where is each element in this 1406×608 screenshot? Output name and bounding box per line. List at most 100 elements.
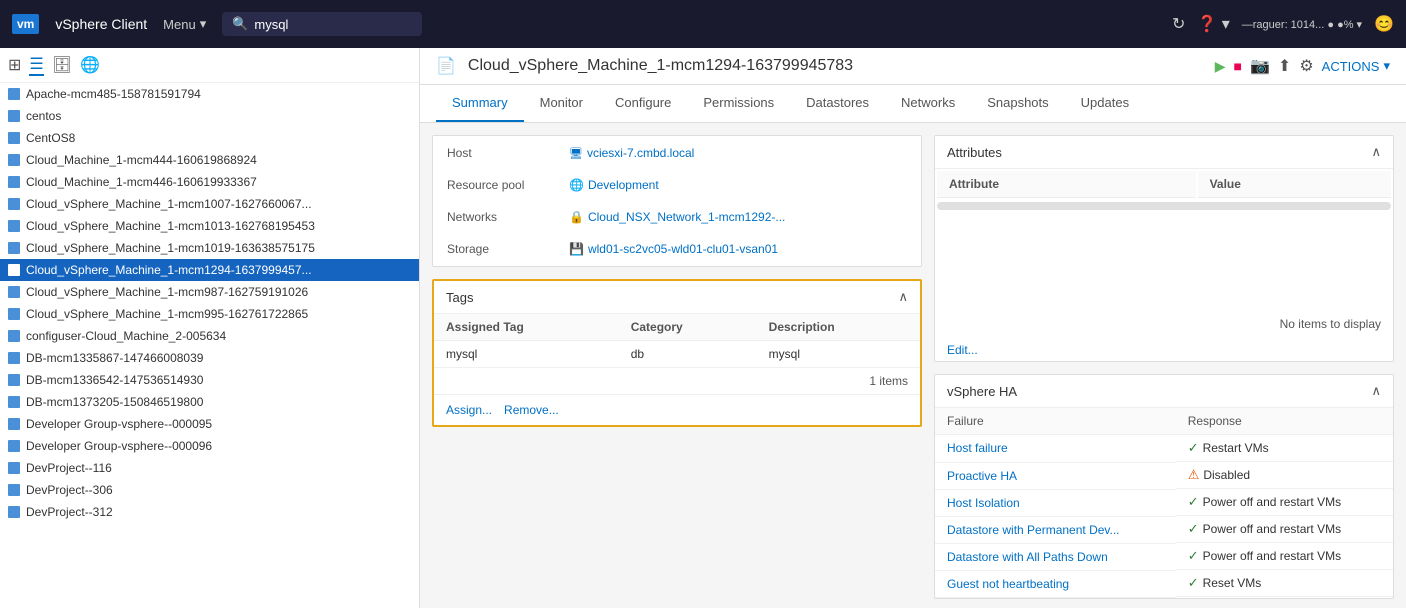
sidebar-icon-db[interactable]: 🗄 xyxy=(52,55,72,75)
attributes-table: Attribute Value xyxy=(935,169,1393,200)
sidebar-item-cloud-vsphere-1019[interactable]: Cloud_vSphere_Machine_1-mcm1019-16363857… xyxy=(0,237,419,259)
ha-row: Host Isolation ✓Power off and restart VM… xyxy=(935,489,1393,516)
status-warn-icon: ⚠ xyxy=(1188,467,1200,483)
migrate-icon[interactable]: ⬆ xyxy=(1278,56,1291,76)
sidebar-item-cloud-machine-444[interactable]: Cloud_Machine_1-mcm444-160619868924 xyxy=(0,149,419,171)
resource-pool-link[interactable]: 🌐 Development xyxy=(569,178,907,192)
sidebar-item-cloud-vsphere-1013[interactable]: Cloud_vSphere_Machine_1-mcm1013-16276819… xyxy=(0,215,419,237)
sidebar-item-cloud-vsphere-1294[interactable]: Cloud_vSphere_Machine_1-mcm1294-16379994… xyxy=(0,259,419,281)
sidebar-item-centos[interactable]: centos xyxy=(0,105,419,127)
tab-configure[interactable]: Configure xyxy=(599,85,687,122)
attributes-title: Attributes xyxy=(947,145,1002,160)
sidebar-item-configuser[interactable]: configuser-Cloud_Machine_2-005634 xyxy=(0,325,419,347)
tag-row: mysql db mysql xyxy=(434,341,920,368)
main-layout: ⊞ ☰ 🗄 🌐 Apache-mcm485-158781591794centos… xyxy=(0,48,1406,608)
host-value[interactable]: 🖥 vciesxi-7.cmbd.local xyxy=(557,138,919,168)
remove-tag-button[interactable]: Remove... xyxy=(504,403,559,417)
ha-failure: Proactive HA xyxy=(935,462,1176,489)
tab-summary[interactable]: Summary xyxy=(436,85,524,122)
attributes-table-area: Attribute Value xyxy=(935,169,1393,309)
header-actions: ▶ ■ 📷 ⬆ ⚙ ACTIONS ▾ xyxy=(1215,56,1390,76)
attributes-card: Attributes ∧ Attribute Value xyxy=(934,135,1394,362)
sidebar-toolbar: ⊞ ☰ 🗄 🌐 xyxy=(0,48,419,83)
power-off-icon[interactable]: ■ xyxy=(1234,58,1242,74)
storage-link[interactable]: 💾 wld01-sc2vc05-wld01-clu01-vsan01 xyxy=(569,242,907,256)
sidebar-icon-home[interactable]: ⊞ xyxy=(8,55,21,75)
ha-failure: Host Isolation xyxy=(935,489,1176,516)
tag-description: mysql xyxy=(757,341,920,368)
storage-value[interactable]: 💾 wld01-sc2vc05-wld01-clu01-vsan01 xyxy=(557,234,919,264)
tag-category: db xyxy=(619,341,757,368)
sidebar-item-dev-group-95[interactable]: Developer Group-vsphere--000095 xyxy=(0,413,419,435)
horizontal-scrollbar[interactable] xyxy=(937,202,1391,210)
more-icon[interactable]: ⚙ xyxy=(1299,56,1313,76)
sidebar-item-db-1336542[interactable]: DB-mcm1336542-147536514930 xyxy=(0,369,419,391)
tab-permissions[interactable]: Permissions xyxy=(687,85,790,122)
sidebar-item-db-1373205[interactable]: DB-mcm1373205-150846519800 xyxy=(0,391,419,413)
ha-response: ⚠Disabled xyxy=(1176,462,1393,489)
sidebar-item-centos8[interactable]: CentOS8 xyxy=(0,127,419,149)
vm-icon xyxy=(8,132,20,144)
menu-button[interactable]: Menu ▾ xyxy=(163,16,206,32)
search-input[interactable] xyxy=(254,17,394,32)
sidebar-item-apache[interactable]: Apache-mcm485-158781591794 xyxy=(0,83,419,105)
ha-collapse-icon[interactable]: ∧ xyxy=(1371,383,1381,399)
user-info: —raguer: 1014... ● ●% ▾ xyxy=(1242,18,1362,31)
sidebar-item-cloud-vsphere-1007[interactable]: Cloud_vSphere_Machine_1-mcm1007-16276600… xyxy=(0,193,419,215)
ha-row: Datastore with All Paths Down ✓Power off… xyxy=(935,543,1393,570)
status-ok-icon: ✓ xyxy=(1188,494,1199,510)
tags-table: Assigned Tag Category Description mysql … xyxy=(434,314,920,368)
page-title: Cloud_vSphere_Machine_1-mcm1294-16379994… xyxy=(468,57,853,75)
networks-link[interactable]: 🔒 Cloud_NSX_Network_1-mcm1292-... xyxy=(569,210,907,224)
vm-icon xyxy=(8,286,20,298)
vm-icon xyxy=(8,242,20,254)
vm-icon xyxy=(8,484,20,496)
tab-monitor[interactable]: Monitor xyxy=(524,85,599,122)
resource-pool-value[interactable]: 🌐 Development xyxy=(557,170,919,200)
sidebar-item-db-1335867[interactable]: DB-mcm1335867-147466008039 xyxy=(0,347,419,369)
tab-snapshots[interactable]: Snapshots xyxy=(971,85,1064,122)
status-ok-icon: ✓ xyxy=(1188,521,1199,537)
networks-label: Networks xyxy=(435,202,555,232)
tabs-bar: Summary Monitor Configure Permissions Da… xyxy=(420,85,1406,123)
tags-collapse-icon[interactable]: ∧ xyxy=(898,289,908,305)
power-on-icon[interactable]: ▶ xyxy=(1215,58,1226,75)
vm-icon xyxy=(8,418,20,430)
edit-link[interactable]: Edit... xyxy=(935,339,1393,361)
tags-footer: 1 items xyxy=(434,368,920,394)
tab-networks[interactable]: Networks xyxy=(885,85,971,122)
ha-title: vSphere HA xyxy=(947,384,1017,399)
sidebar-item-cloud-vsphere-995[interactable]: Cloud_vSphere_Machine_1-mcm995-162761722… xyxy=(0,303,419,325)
snapshot-icon[interactable]: 📷 xyxy=(1250,56,1270,76)
sidebar-item-cloud-machine-446[interactable]: Cloud_Machine_1-mcm446-160619933367 xyxy=(0,171,419,193)
storage-row: Storage 💾 wld01-sc2vc05-wld01-clu01-vsan… xyxy=(435,234,919,264)
user-avatar[interactable]: 😊 xyxy=(1374,14,1394,34)
vm-icon xyxy=(8,220,20,232)
networks-value[interactable]: 🔒 Cloud_NSX_Network_1-mcm1292-... xyxy=(557,202,919,232)
help-icon[interactable]: ❓ ▾ xyxy=(1197,14,1229,34)
sidebar: ⊞ ☰ 🗄 🌐 Apache-mcm485-158781591794centos… xyxy=(0,48,420,608)
sidebar-icon-globe[interactable]: 🌐 xyxy=(80,55,100,75)
sidebar-item-cloud-vsphere-987[interactable]: Cloud_vSphere_Machine_1-mcm987-162759191… xyxy=(0,281,419,303)
refresh-icon[interactable]: ↻ xyxy=(1172,14,1185,34)
sidebar-item-devproject-306[interactable]: DevProject--306 xyxy=(0,479,419,501)
host-link[interactable]: 🖥 vciesxi-7.cmbd.local xyxy=(569,146,907,160)
actions-button[interactable]: ACTIONS ▾ xyxy=(1322,58,1390,74)
sidebar-item-devproject-312[interactable]: DevProject--312 xyxy=(0,501,419,523)
right-panel: Attributes ∧ Attribute Value xyxy=(934,135,1394,599)
status-ok-icon: ✓ xyxy=(1188,548,1199,564)
tags-col-tag: Assigned Tag xyxy=(434,314,619,341)
search-bar[interactable]: 🔍 xyxy=(222,12,422,36)
tab-updates[interactable]: Updates xyxy=(1065,85,1145,122)
tag-name: mysql xyxy=(434,341,619,368)
tab-datastores[interactable]: Datastores xyxy=(790,85,885,122)
sidebar-icon-list[interactable]: ☰ xyxy=(29,54,43,76)
sidebar-item-dev-group-96[interactable]: Developer Group-vsphere--000096 xyxy=(0,435,419,457)
vm-title-icon: 📄 xyxy=(436,56,456,76)
attributes-collapse-icon[interactable]: ∧ xyxy=(1371,144,1381,160)
main-content: 📄 Cloud_vSphere_Machine_1-mcm1294-163799… xyxy=(420,48,1406,608)
ha-response: ✓Reset VMs xyxy=(1176,570,1393,597)
assign-tag-button[interactable]: Assign... xyxy=(446,403,492,417)
ha-header: vSphere HA ∧ xyxy=(935,375,1393,408)
sidebar-item-devproject-116[interactable]: DevProject--116 xyxy=(0,457,419,479)
